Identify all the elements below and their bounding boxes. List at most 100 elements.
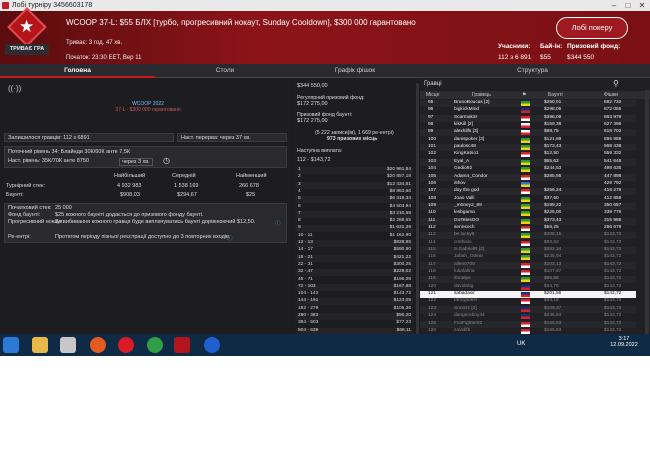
country-flag-icon [521,101,530,106]
player-place: 95 [428,100,434,105]
current-level: Поточний рівень 34: Блайнди 30К/60К анте… [8,149,131,155]
player-row[interactable]: 107 doy the god $256,24 416 276 [420,188,636,196]
payout-amount: $229,02 [393,269,411,275]
player-row[interactable]: 111 GoTelesGO $373,43 315 985 [420,217,636,225]
progress-subtitle: 37-L - $300 000 гарантовано [115,107,181,113]
player-row[interactable]: 124 dangeroboy44 $235,94 $143,72 [420,313,636,321]
start-icon[interactable] [3,337,19,353]
country-flag-icon [521,299,530,305]
player-row[interactable]: 116 Jabah_Odear $235,94 $143,72 [420,254,636,262]
poker-lobby-button[interactable]: Лобі покеру [556,17,628,39]
col-smallest: Найменший [236,173,267,179]
tab-tables[interactable]: Столи [155,64,295,78]
country-flag-icon [521,152,530,158]
player-row[interactable]: 114 cmthisio $93,63 $143,72 [420,239,636,247]
col-bounty[interactable]: Баунті [548,92,563,98]
payout-place: 384 - 503 [298,320,319,326]
tab-chip-graph[interactable]: Графік фішок [295,64,415,78]
player-row[interactable]: 106 i5hov 429 792 [420,180,636,188]
player-place: 111 [428,217,436,223]
player-place: 114 [428,239,436,245]
player-bounty: $256,24 [544,188,562,194]
country-flag-icon [521,292,530,298]
media-icon[interactable] [60,337,76,353]
player-chips: $143,72 [604,232,622,238]
firefox-icon[interactable] [90,337,106,353]
player-row[interactable]: 109 _m0ney2_89 $199,22 350 657 [420,202,636,210]
player-row[interactable]: 99 alexhilfs [3] $68,75 618 702 [420,129,636,137]
player-name: bigkickMind [454,107,480,113]
chrome-icon[interactable] [147,337,163,353]
opera-icon[interactable] [118,337,134,353]
player-chips: 266 678 [604,224,622,230]
search-icon[interactable]: ⚲ [613,79,619,88]
country-flag-icon [521,123,530,129]
player-row[interactable]: 123 Snoozz [3] $109,37 $143,72 [420,305,636,313]
player-bounty: $165,63 [544,327,562,333]
player-name: kikKill [2] [454,122,473,128]
player-place: 100 [428,136,437,142]
player-place: 115 [428,247,436,252]
folder-icon[interactable] [32,337,48,353]
prizepool-label: Призовий фонд: [567,43,621,50]
player-place: 104 [428,166,437,172]
payout-place: 4 [298,188,301,194]
player-row[interactable]: 100 danispoker [3] $121,88 595 986 [420,136,636,144]
player-bounty: $244,53 [544,166,562,172]
payout-row: 48 - 71 $196,08 [296,276,413,284]
payout-amount: $77,23 [396,320,411,326]
country-flag-icon [521,137,530,143]
col-place[interactable]: Місце [426,92,439,98]
player-row[interactable]: 119 ifonalpe $96,88 $143,72 [420,276,636,284]
player-row[interactable]: 117 allen0709 $103,13 $143,72 [420,261,636,269]
player-row[interactable]: 96 bigkickMind $298,05 672 055 [420,107,636,115]
maximize-button[interactable]: □ [622,0,634,11]
language-indicator[interactable]: UK [517,341,525,347]
player-name: lukafafina [454,269,475,275]
player-row[interactable]: 95 BrunoBoucas [2] $250,01 682 732 [420,100,636,107]
player-row[interactable]: 97 Scarmak3r $396,09 663 978 [420,114,636,122]
player-row[interactable]: 125 FoxFighter92 $165,63 $143,72 [420,320,636,328]
payout-scrollbar[interactable] [416,83,419,353]
col-player[interactable]: Гравець [472,92,491,98]
player-bounty: $373,43 [544,217,562,223]
tab-structure[interactable]: Структура [415,64,650,78]
tab-main[interactable]: Головна [0,64,155,78]
star-icon: ★ [19,17,35,36]
payout-amount: $3 210,58 [389,210,411,216]
player-row[interactable]: 110 lesbgama $225,00 339 776 [420,210,636,218]
player-row[interactable]: 115 S.GabrielR [2] $252,34 $143,72 [420,247,636,254]
players-remaining: Залишилося гравців: 112 з 6891 [8,135,90,141]
player-row[interactable]: 122 fancypoker $34,16 $143,72 [420,298,636,306]
player-bounty: $12,50 [544,151,559,157]
player-row[interactable]: 102 KingKatso1 $12,50 559 332 [420,151,636,159]
country-flag-icon [521,284,530,290]
browser-icon[interactable] [204,337,220,353]
col-chips[interactable]: Фішки [604,92,618,98]
player-chips: 595 986 [604,136,622,142]
player-row[interactable]: 98 kikKill [2] $159,38 627 396 [420,122,636,130]
players-scrollbar[interactable] [645,90,649,356]
minimize-button[interactable]: – [608,0,620,11]
country-flag-icon [521,321,530,327]
pokerstars-icon[interactable] [174,337,190,353]
player-chips: $143,72 [604,261,622,267]
player-row[interactable]: 118 lukafafina $107,67 $143,72 [420,269,636,277]
close-button[interactable]: ✕ [636,0,648,11]
player-row[interactable]: 108 Joao Valli $37,50 412 858 [420,195,636,203]
player-row[interactable]: 105 Adam4_Condor $285,95 447 898 [420,173,636,181]
info-icon[interactable]: ⓘ [227,234,233,242]
participants-label: Учасники: [498,43,531,50]
payout-row: 22 - 31 $300,25 [296,261,413,269]
payout-amount: $8 863,66 [389,188,411,194]
player-row[interactable]: 113 be lucky8 $408,15 $143,72 [420,232,636,240]
system-clock[interactable]: 3:17 12.09.2022 [603,336,645,348]
info-icon[interactable]: ⓘ [275,219,281,227]
payout-amount: $123,05 [393,298,411,304]
player-row[interactable]: 112 sennsoch $56,25 266 678 [420,224,636,232]
player-name: FoxFighter92 [454,320,483,326]
player-row[interactable]: 103 Eyal_A $65,63 541 648 [420,158,636,166]
taskbar: UK [0,334,650,356]
player-row[interactable]: 120 davidnbg $34,76 $143,72 [420,283,636,291]
player-row[interactable]: 104 Gedio92 $244,53 498 635 [420,166,636,174]
